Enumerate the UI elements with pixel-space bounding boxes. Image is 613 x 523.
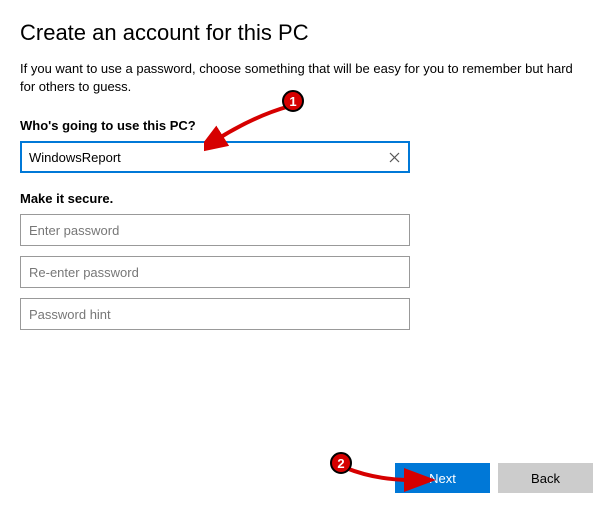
username-label: Who's going to use this PC? — [20, 118, 593, 133]
password-input[interactable] — [20, 214, 410, 246]
username-input[interactable] — [20, 141, 410, 173]
password-hint-input[interactable] — [20, 298, 410, 330]
username-input-wrap — [20, 141, 410, 173]
page-title: Create an account for this PC — [20, 20, 593, 46]
clear-icon[interactable] — [382, 145, 406, 169]
annotation-badge-2: 2 — [330, 452, 352, 474]
description-text: If you want to use a password, choose so… — [20, 60, 580, 96]
username-section: Who's going to use this PC? — [20, 118, 593, 173]
button-bar: Next Back — [395, 463, 593, 493]
next-button[interactable]: Next — [395, 463, 490, 493]
back-button[interactable]: Back — [498, 463, 593, 493]
confirm-password-input[interactable] — [20, 256, 410, 288]
password-section: Make it secure. — [20, 191, 593, 330]
password-section-label: Make it secure. — [20, 191, 593, 206]
